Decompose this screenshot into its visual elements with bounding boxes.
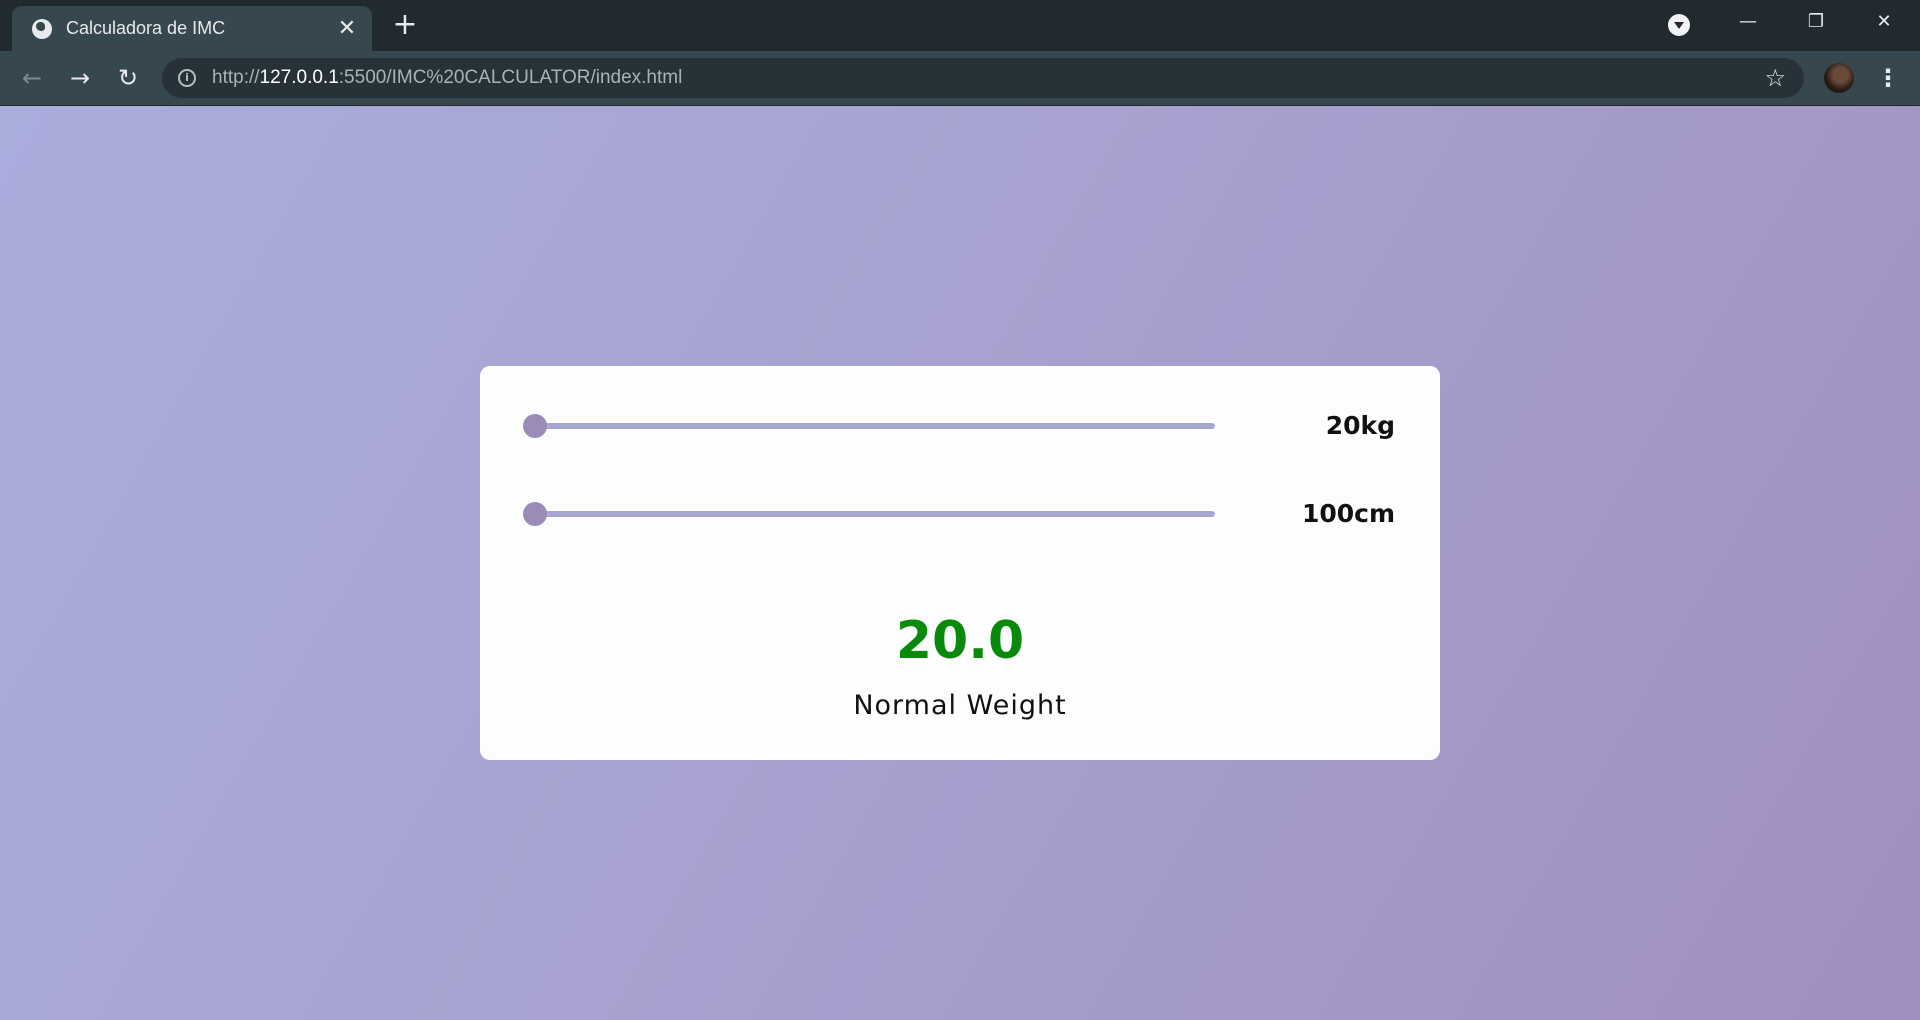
browser-tab[interactable]: Calculadora de IMC ✕ bbox=[12, 6, 372, 51]
url-text[interactable]: http://127.0.0.1:5500/IMC%20CALCULATOR/i… bbox=[212, 67, 1764, 89]
weight-slider-thumb[interactable] bbox=[523, 414, 547, 438]
bookmark-star-icon[interactable]: ☆ bbox=[1764, 64, 1786, 92]
close-window-icon[interactable]: ✕ bbox=[1854, 0, 1914, 44]
url-host: 127.0.0.1 bbox=[259, 67, 339, 88]
height-slider-thumb[interactable] bbox=[523, 502, 547, 526]
tab-search-icon[interactable] bbox=[1668, 14, 1690, 36]
globe-icon bbox=[32, 18, 52, 39]
profile-avatar[interactable] bbox=[1824, 63, 1854, 93]
menu-icon[interactable]: ⋮ bbox=[1876, 60, 1900, 96]
weight-row: 20kg bbox=[523, 411, 1395, 441]
restore-icon[interactable]: ❐ bbox=[1786, 0, 1846, 44]
tab-close-icon[interactable]: ✕ bbox=[332, 16, 362, 41]
back-icon[interactable]: ← bbox=[14, 60, 50, 96]
address-bar[interactable]: i http://127.0.0.1:5500/IMC%20CALCULATOR… bbox=[162, 58, 1804, 98]
page-background: 20kg 100cm 20.0 Normal Weight bbox=[0, 106, 1920, 1020]
tab-title: Calculadora de IMC bbox=[66, 18, 226, 38]
minimize-icon[interactable]: — bbox=[1718, 0, 1778, 44]
new-tab-button[interactable]: + bbox=[390, 10, 420, 40]
url-path: :5500/IMC%20CALCULATOR/index.html bbox=[338, 67, 683, 88]
weight-slider-track[interactable] bbox=[525, 423, 1215, 429]
browser-tab-strip: Calculadora de IMC ✕ + — ❐ ✕ bbox=[0, 0, 1920, 51]
height-slider-track[interactable] bbox=[525, 511, 1215, 517]
height-row: 100cm bbox=[523, 499, 1395, 529]
bmi-value: 20.0 bbox=[895, 611, 1025, 671]
info-icon[interactable]: i bbox=[178, 69, 196, 87]
bmi-card: 20kg 100cm 20.0 Normal Weight bbox=[480, 366, 1440, 760]
weight-value: 20kg bbox=[1325, 411, 1395, 440]
url-scheme: http:// bbox=[212, 67, 260, 88]
forward-icon[interactable]: → bbox=[62, 60, 98, 96]
height-value: 100cm bbox=[1301, 499, 1395, 528]
bmi-status: Normal Weight bbox=[853, 690, 1067, 721]
reload-icon[interactable]: ↻ bbox=[110, 60, 146, 96]
browser-toolbar: ← → ↻ i http://127.0.0.1:5500/IMC%20CALC… bbox=[0, 51, 1920, 106]
